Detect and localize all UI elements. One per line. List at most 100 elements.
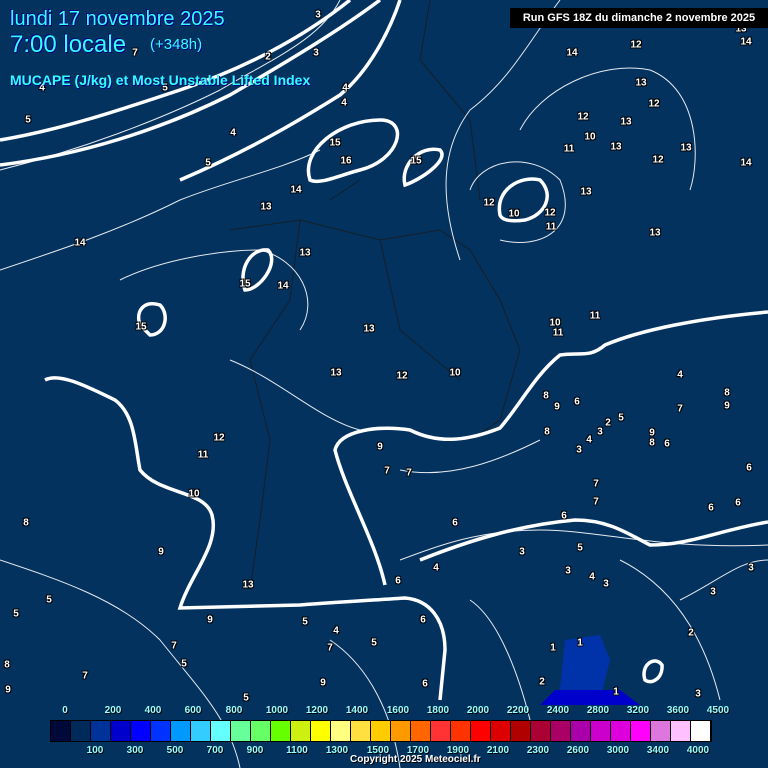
contour-label: 6 [574,396,580,408]
colorbar-swatch [491,721,511,741]
contour-label: 5 [13,608,19,620]
colorbar-bottom-label: 700 [206,745,224,756]
forecast-date: lundi 17 novembre 2025 [10,8,225,30]
colorbar-swatch [571,721,591,741]
contour-label: 7 [384,465,390,477]
colorbar-bottom-label: 2300 [526,745,550,756]
colorbar-swatch [671,721,691,741]
contour-label: 8 [543,390,549,402]
colorbar-swatch [591,721,611,741]
contour-label: 13 [363,323,375,335]
contour-label: 9 [554,401,560,413]
contour-label: 14 [566,47,578,59]
contour-label: 12 [577,111,589,123]
colorbar-top-label: 1000 [265,705,289,716]
colorbar-bottom-label: 900 [246,745,264,756]
contour-label: 1 [550,642,556,654]
contour-label: 12 [648,98,660,110]
contour-label: 5 [205,157,211,169]
contour-label: 15 [239,278,251,290]
contour-label: 13 [580,186,592,198]
colorbar-bottom-label: 2600 [566,745,590,756]
colorbar-swatch [231,721,251,741]
contour-label: 14 [290,184,302,196]
colorbar-swatch [171,721,191,741]
colorbar [50,720,712,742]
colorbar-swatch [691,721,711,741]
colorbar-top-label: 4500 [706,705,730,716]
contour-label: 2 [605,417,611,429]
contour-label: 5 [371,637,377,649]
colorbar-swatch [131,721,151,741]
colorbar-swatch [91,721,111,741]
contour-label: 8 [649,437,655,449]
colorbar-swatch [511,721,531,741]
contour-label: 13 [330,367,342,379]
colorbar-bottom-label: 100 [86,745,104,756]
colorbar-top-label: 3200 [626,705,650,716]
contour-label: 9 [724,400,730,412]
colorbar-swatch [291,721,311,741]
contour-label: 4 [333,625,339,637]
colorbar-top-label: 200 [104,705,122,716]
contour-label: 12 [483,197,495,209]
contour-label: 15 [135,321,147,333]
colorbar-top-label: 1400 [345,705,369,716]
contour-label: 8 [4,659,10,671]
contour-label: 6 [561,510,567,522]
forecast-time: 7:00 locale [10,31,127,58]
colorbar-top-label: 1600 [386,705,410,716]
contour-label: 14 [740,157,752,169]
contour-label: 5 [46,594,52,606]
thin-contours [0,0,768,768]
contour-label: 9 [320,677,326,689]
contour-label: 4 [341,97,347,109]
contour-label: 10 [449,367,461,379]
contour-label: 3 [695,688,701,700]
colorbar-bottom-label: 4000 [686,745,710,756]
contour-label: 11 [563,143,575,155]
contour-label: 16 [340,155,352,167]
contour-label: 14 [277,280,289,292]
colorbar-swatch [411,721,431,741]
contour-label: 5 [302,616,308,628]
colorbar-top-label: 1200 [305,705,329,716]
contour-label: 4 [433,562,439,574]
contour-label: 12 [630,39,642,51]
contour-label: 2 [688,627,694,639]
contour-label: 8 [23,517,29,529]
contour-label: 9 [5,684,11,696]
contour-label: 4 [230,127,236,139]
contour-label: 3 [603,578,609,590]
contour-label: 2 [265,51,271,63]
contour-label: 10 [584,131,596,143]
colorbar-bottom-label: 3000 [606,745,630,756]
contour-label: 6 [664,438,670,450]
contour-label: 6 [395,575,401,587]
contour-label: 6 [735,497,741,509]
run-info: Run GFS 18Z du dimanche 2 novembre 2025 [510,8,768,28]
colorbar-swatch [531,721,551,741]
colorbar-bottom-label: 500 [166,745,184,756]
contour-label: 7 [82,670,88,682]
contour-label: 3 [519,546,525,558]
borders [229,0,521,591]
contour-label: 13 [610,141,622,153]
cape-shading-strong [540,690,640,705]
contour-label: 6 [422,678,428,690]
colorbar-top-label: 400 [144,705,162,716]
contour-label: 9 [377,441,383,453]
contour-label: 7 [593,496,599,508]
colorbar-bottom-label: 2100 [486,745,510,756]
colorbar-top-label: 2800 [586,705,610,716]
contour-label: 13 [299,247,311,259]
contour-label: 15 [329,137,341,149]
contour-label: 5 [618,412,624,424]
contour-label: 5 [181,658,187,670]
weather-map: 3 3 2 7 4 5 4 4 5 4 5 15 16 15 14 13 14 13 15 14 15 13 13 12 10 1… [0,0,768,768]
contour-label: 13 [620,116,632,128]
colorbar-swatch [431,721,451,741]
contour-label: 6 [452,517,458,529]
contour-label: 6 [746,462,752,474]
colorbar-swatch [111,721,131,741]
